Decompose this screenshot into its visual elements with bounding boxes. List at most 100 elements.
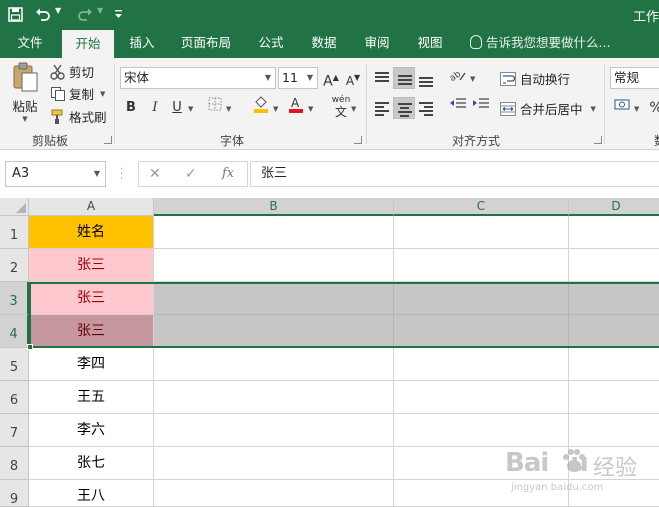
accounting-dropdown-icon[interactable]: ▼ [634,105,639,113]
fill-color-button[interactable] [250,95,272,117]
tell-me-box[interactable]: 告诉我您想要做什么... [470,30,610,58]
borders-button[interactable] [204,97,226,119]
column-header-d[interactable]: D [569,198,659,216]
tab-view[interactable]: 视图 [410,30,450,58]
cell-b4[interactable] [154,315,394,348]
cell-a4[interactable]: 张三 [29,315,154,348]
underline-button[interactable]: U [166,97,188,119]
font-color-button[interactable]: A [285,95,307,117]
cell-d4[interactable] [569,315,659,348]
cell-c4[interactable] [394,315,569,348]
cell-c2[interactable] [394,249,569,282]
cell-b8[interactable] [154,447,394,480]
cell-c6[interactable] [394,381,569,414]
tab-review[interactable]: 审阅 [357,30,397,58]
shrink-font-button[interactable]: A▼ [342,67,364,89]
orientation-dropdown-icon[interactable]: ▼ [470,75,475,83]
phonetic-dropdown-icon[interactable]: ▼ [351,105,356,113]
decrease-indent-button[interactable] [447,97,469,119]
align-left-button[interactable] [371,97,393,119]
tab-insert[interactable]: 插入 [122,30,162,58]
font-name-select[interactable]: 宋体 ▼ [120,67,276,89]
align-top-button[interactable] [371,67,393,89]
row-header-6[interactable]: 6 [0,381,29,414]
undo-dropdown-icon[interactable]: ▼ [55,6,61,15]
bold-button[interactable]: B [120,97,142,119]
cell-c3[interactable] [394,282,569,315]
row-header-2[interactable]: 2 [0,249,29,282]
cell-c5[interactable] [394,348,569,381]
format-painter-button[interactable]: 格式刷 [50,107,107,126]
customize-qat-icon[interactable] [112,4,124,24]
cell-a6[interactable]: 王五 [29,381,154,414]
orientation-button[interactable]: ab [447,67,469,89]
tab-data[interactable]: 数据 [304,30,344,58]
align-middle-button[interactable] [393,67,415,89]
cell-b9[interactable] [154,480,394,507]
cell-b7[interactable] [154,414,394,447]
row-header-4[interactable]: 4 [0,315,29,348]
clipboard-launcher-icon[interactable] [104,136,112,144]
borders-dropdown-icon[interactable]: ▼ [226,105,231,113]
cell-d5[interactable] [569,348,659,381]
wrap-text-button[interactable]: 自动换行 [500,69,570,88]
tab-page-layout[interactable]: 页面布局 [176,30,236,58]
cell-a2[interactable]: 张三 [29,249,154,282]
row-header-7[interactable]: 7 [0,414,29,447]
cell-a7[interactable]: 李六 [29,414,154,447]
cell-b6[interactable] [154,381,394,414]
cell-a1[interactable]: 姓名 [29,216,154,249]
accounting-format-button[interactable] [612,97,634,119]
cell-d3[interactable] [569,282,659,315]
cell-d2[interactable] [569,249,659,282]
merge-center-button[interactable]: 合并后居中 ▼ [500,99,596,118]
row-header-9[interactable]: 9 [0,480,29,507]
underline-dropdown-icon[interactable]: ▼ [188,105,193,113]
cell-a5[interactable]: 李四 [29,348,154,381]
column-header-c[interactable]: C [394,198,569,216]
italic-button[interactable]: I [144,97,166,119]
fill-handle[interactable] [27,344,33,350]
cell-b2[interactable] [154,249,394,282]
cell-b3[interactable] [154,282,394,315]
row-header-1[interactable]: 1 [0,216,29,249]
paste-button[interactable]: 粘贴 ▼ [8,62,42,124]
grow-font-button[interactable]: A▲ [320,67,342,90]
copy-button[interactable]: 复制 ▼ [50,84,105,103]
redo-dropdown-icon[interactable]: ▼ [97,6,103,15]
save-icon[interactable] [6,4,24,24]
enter-icon[interactable]: ✓ [185,166,197,182]
cell-b5[interactable] [154,348,394,381]
tab-file[interactable]: 文件 [10,30,50,58]
percent-button[interactable]: % [645,97,659,119]
fill-color-dropdown-icon[interactable]: ▼ [273,105,278,113]
select-all-button[interactable] [0,198,29,216]
cell-a3[interactable]: 张三 [29,282,154,315]
row-header-5[interactable]: 5 [0,348,29,381]
cell-b1[interactable] [154,216,394,249]
name-box[interactable]: A3 ▼ [5,161,106,187]
undo-icon[interactable] [34,4,52,24]
alignment-launcher-icon[interactable] [594,136,602,144]
cancel-icon[interactable]: ✕ [149,166,161,182]
copy-dropdown-icon[interactable]: ▼ [100,90,105,98]
cell-d6[interactable] [569,381,659,414]
row-header-8[interactable]: 8 [0,447,29,480]
align-center-button[interactable] [393,97,415,119]
merge-dropdown-icon[interactable]: ▼ [591,105,596,113]
tab-home[interactable]: 开始 [62,30,114,58]
font-launcher-icon[interactable] [354,136,362,144]
number-format-select[interactable]: 常规 [610,67,659,89]
resize-dots-icon[interactable]: · · · [120,165,123,185]
cell-a8[interactable]: 张七 [29,447,154,480]
row-header-3[interactable]: 3 [0,282,29,315]
column-header-a[interactable]: A [29,198,154,216]
align-right-button[interactable] [415,97,437,119]
increase-indent-button[interactable] [470,97,492,119]
insert-function-icon[interactable]: fx [222,166,234,181]
tab-formulas[interactable]: 公式 [251,30,291,58]
font-size-select[interactable]: 11 ▼ [278,67,318,89]
align-bottom-button[interactable] [415,67,437,89]
cut-button[interactable]: 剪切 [50,62,94,81]
cell-d1[interactable] [569,216,659,249]
